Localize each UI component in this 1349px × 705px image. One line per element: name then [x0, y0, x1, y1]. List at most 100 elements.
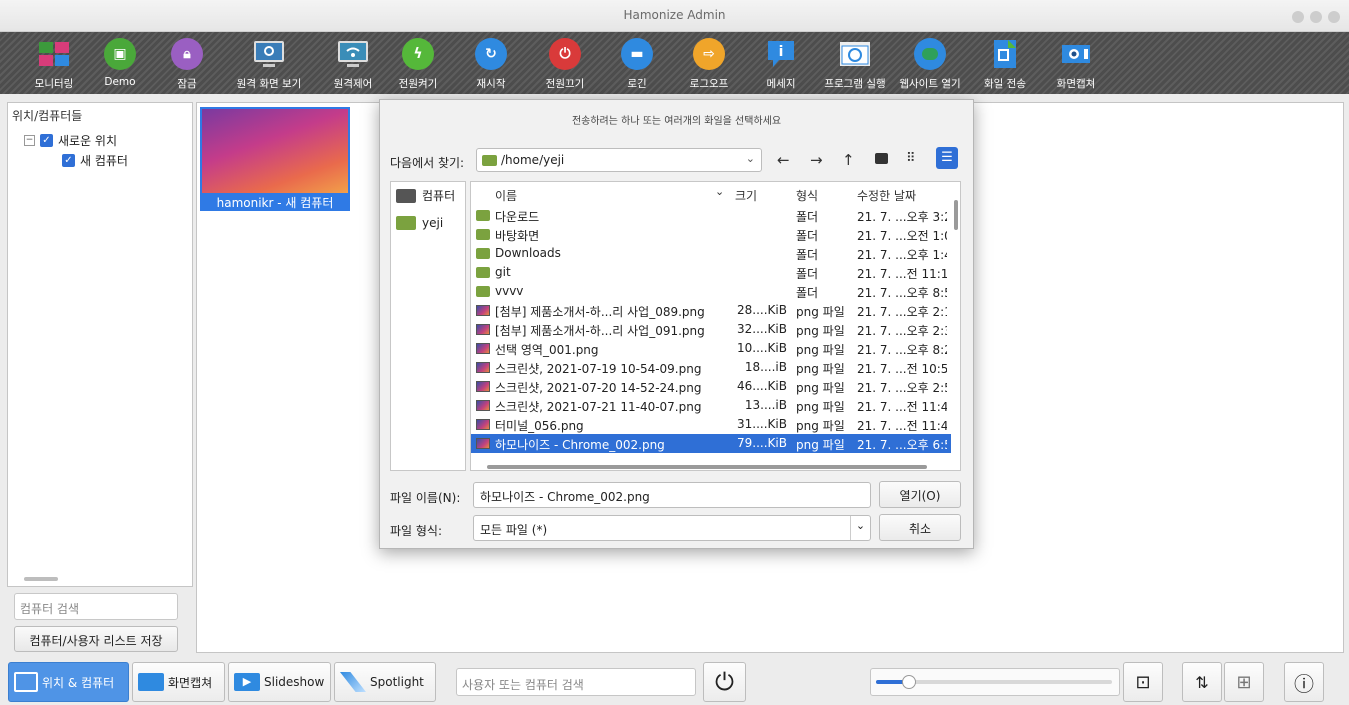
- remote-view-label: 원격 화면 보기: [236, 78, 302, 90]
- tab-slideshow[interactable]: ▶ Slideshow: [228, 662, 331, 702]
- file-name: [첨부] 제품소개서-하...리 사업_091.png: [495, 324, 705, 338]
- remote-view-button[interactable]: 원격 화면 보기: [236, 32, 302, 94]
- cancel-button[interactable]: 취소: [879, 514, 961, 541]
- power-on-button[interactable]: ϟ 전원켜기: [385, 32, 451, 94]
- folder-icon: [476, 248, 490, 259]
- file-type: png 파일: [796, 362, 845, 376]
- folder-icon: [476, 229, 490, 240]
- computer-search-input[interactable]: 컴퓨터 검색: [14, 593, 178, 620]
- file-modified: 21. 7. ...오후 8:20: [857, 343, 947, 357]
- thumbnail-caption: hamonikr - 새 컴퓨터: [216, 196, 334, 210]
- file-type: png 파일: [796, 400, 845, 414]
- user-computer-search-input[interactable]: 사용자 또는 컴퓨터 검색: [456, 668, 696, 696]
- zoom-slider-handle[interactable]: [902, 675, 917, 689]
- tree-item-computer[interactable]: ✓ 새 컴퓨터: [62, 152, 128, 169]
- close-button[interactable]: [1328, 11, 1340, 23]
- restart-button[interactable]: ↻ 재시작: [458, 32, 524, 94]
- run-program-button[interactable]: 프로그램 실행: [822, 32, 888, 94]
- tab-location-computers[interactable]: 위치 & 컴퓨터: [8, 662, 129, 702]
- tree-item-location[interactable]: − ✓ 새로운 위치: [24, 132, 117, 149]
- column-name[interactable]: 이름: [495, 187, 517, 204]
- open-button[interactable]: 열기(O): [879, 481, 961, 508]
- filename-input[interactable]: 하모나이즈 - Chrome_002.png: [473, 482, 871, 508]
- place-home[interactable]: yeji: [396, 216, 443, 230]
- dialog-title: 전송하려는 하나 또는 여러개의 화일을 선택하세요: [571, 116, 782, 127]
- logoff-button[interactable]: ⇨ 로그오프: [676, 32, 742, 94]
- message-label: 메세지: [766, 78, 796, 90]
- sidebar-scrollbar[interactable]: [24, 577, 58, 581]
- list-view-icon[interactable]: ☰: [936, 147, 958, 169]
- file-size: 13....iB: [744, 398, 787, 412]
- tab-screen-capture[interactable]: 화면캡쳐: [132, 662, 225, 702]
- file-list-vscroll[interactable]: [954, 200, 958, 230]
- column-type[interactable]: 형식: [796, 187, 818, 204]
- file-name: Downloads: [495, 246, 561, 260]
- forward-arrow-icon[interactable]: →: [810, 151, 823, 169]
- message-button[interactable]: i 메세지: [748, 32, 814, 94]
- camera-icon: [138, 673, 164, 691]
- zoom-slider-track[interactable]: [876, 675, 1112, 689]
- monitoring-button[interactable]: 모니터링: [21, 32, 87, 94]
- column-modified[interactable]: 수정한 날짜: [857, 187, 916, 204]
- file-row[interactable]: 스크린샷, 2021-07-21 11-40-07.png 13....iB png…: [471, 396, 951, 415]
- up-arrow-icon[interactable]: ↑: [842, 151, 855, 169]
- filetype-select[interactable]: 모든 파일 (*) ⌄: [473, 515, 871, 541]
- places-sidebar: 컴퓨터 yeji: [390, 181, 466, 471]
- minimize-button[interactable]: [1292, 11, 1304, 23]
- column-size[interactable]: 크기: [735, 187, 757, 204]
- file-modified: 21. 7. ...오후 2:19: [857, 305, 947, 319]
- about-button[interactable]: ⓘ: [1284, 662, 1324, 702]
- collapse-icon[interactable]: −: [24, 135, 35, 146]
- login-button[interactable]: ▬ 로긴: [604, 32, 670, 94]
- file-row[interactable]: 다운로드 폴더 21. 7. ...오후 3:25: [471, 206, 951, 225]
- lock-button[interactable]: 🔒︎ 잠금: [154, 32, 220, 94]
- fit-screen-icon: ⊡: [1135, 671, 1151, 693]
- file-row[interactable]: 하모나이즈 - Chrome_002.png 79....KiB png 파일 21.…: [471, 434, 951, 453]
- file-row[interactable]: 바탕화면 폴더 21. 7. ...오전 1:06: [471, 225, 951, 244]
- place-home-label: yeji: [422, 216, 444, 230]
- spotlight-icon: [340, 672, 366, 692]
- fit-screen-button[interactable]: ⊡: [1123, 662, 1163, 702]
- file-row[interactable]: Downloads 폴더 21. 7. ...오후 1:45: [471, 244, 951, 263]
- maximize-button[interactable]: [1310, 11, 1322, 23]
- remote-control-button[interactable]: 원격제어: [320, 32, 386, 94]
- file-row[interactable]: 선택 영역_001.png 10....KiB png 파일 21. 7. ...오후…: [471, 339, 951, 358]
- location-checkbox[interactable]: ✓: [40, 134, 53, 147]
- sort-button[interactable]: ⇅: [1182, 662, 1222, 702]
- program-icon: [839, 38, 871, 70]
- path-combo[interactable]: /home/yeji ⌄: [476, 148, 762, 172]
- file-row[interactable]: [첨부] 제품소개서-하...리 사업_089.png 28....KiB png …: [471, 301, 951, 320]
- power-off-button[interactable]: ⏻ 전원끄기: [532, 32, 598, 94]
- file-row[interactable]: vvvv 폴더 21. 7. ...오후 8:50: [471, 282, 951, 301]
- screen-capture-button[interactable]: 화면캡쳐: [1043, 32, 1109, 94]
- path-value: /home/yeji: [501, 153, 565, 167]
- file-row[interactable]: 스크린샷, 2021-07-19 10-54-09.png 18....iB png…: [471, 358, 951, 377]
- grid-layout-button[interactable]: ⊞: [1224, 662, 1264, 702]
- power-button[interactable]: ⏻: [703, 662, 746, 702]
- file-modified: 21. 7. ...전 11:40: [857, 400, 947, 414]
- file-row[interactable]: git 폴더 21. 7. ...전 11:17: [471, 263, 951, 282]
- folder-icon: [396, 216, 416, 230]
- folder-icon: [482, 154, 497, 166]
- filename-label: 파일 이름(N):: [390, 491, 461, 505]
- save-list-button[interactable]: 컴퓨터/사용자 리스트 저장: [14, 626, 178, 652]
- icon-view-icon[interactable]: ⠿: [906, 151, 916, 166]
- tab-spotlight[interactable]: Spotlight: [334, 662, 436, 702]
- file-row[interactable]: 터미널_056.png 31....KiB png 파일 21. 7. ...전 11…: [471, 415, 951, 434]
- file-chooser-dialog: 전송하려는 하나 또는 여러개의 화일을 선택하세요 다음에서 찾기: /hom…: [379, 99, 974, 549]
- file-transfer-label: 화일 전송: [984, 78, 1026, 90]
- power-off-icon: ⏻: [549, 38, 581, 70]
- tab-location-label: 위치 & 컴퓨터: [42, 675, 115, 690]
- computer-thumbnail[interactable]: hamonikr - 새 컴퓨터: [200, 107, 350, 211]
- file-transfer-button[interactable]: 화일 전송: [972, 32, 1038, 94]
- file-row[interactable]: 스크린샷, 2021-07-20 14-52-24.png 46....KiB pn…: [471, 377, 951, 396]
- new-folder-icon[interactable]: [875, 153, 888, 164]
- demo-button[interactable]: ▣ Demo: [87, 32, 153, 94]
- file-row[interactable]: [첨부] 제품소개서-하...리 사업_091.png 32....KiB png …: [471, 320, 951, 339]
- place-computer[interactable]: 컴퓨터: [396, 187, 455, 204]
- file-list-hscroll[interactable]: [487, 465, 927, 469]
- look-in-label: 다음에서 찾기:: [390, 156, 465, 170]
- open-website-button[interactable]: 웹사이트 열기: [897, 32, 963, 94]
- back-arrow-icon[interactable]: ←: [777, 151, 790, 169]
- computer-checkbox[interactable]: ✓: [62, 154, 75, 167]
